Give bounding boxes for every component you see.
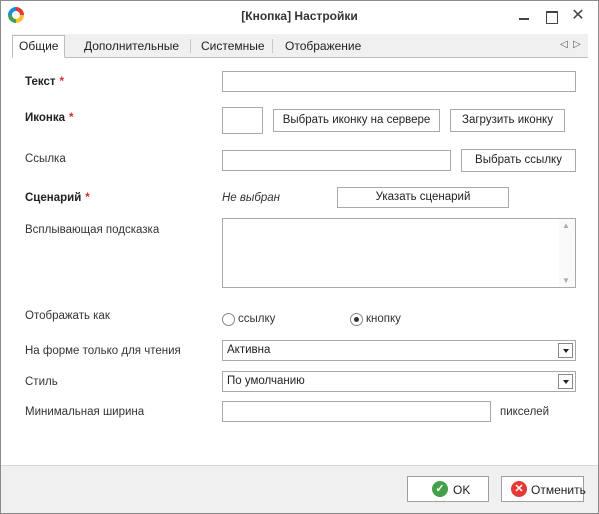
- tab-scroll-right-icon[interactable]: ▷: [573, 39, 581, 50]
- title-bar: [Кнопка] Настройки ✕: [1, 1, 598, 32]
- min-width-unit: пикселей: [500, 406, 550, 418]
- settings-dialog: [Кнопка] Настройки ✕ Общие Дополнительны…: [0, 0, 599, 514]
- close-icon[interactable]: ✕: [569, 7, 587, 25]
- scenario-status: Не выбран: [222, 192, 280, 204]
- choose-link-button[interactable]: Выбрать ссылку: [461, 149, 576, 172]
- tab-separator: [272, 39, 273, 53]
- required-mark: *: [69, 112, 74, 124]
- radio-button-label: кнопку: [366, 313, 401, 325]
- maximize-icon[interactable]: [542, 7, 560, 25]
- select-value: Активна: [227, 344, 271, 356]
- scroll-down-icon[interactable]: ▼: [562, 276, 570, 285]
- readonly-form-select[interactable]: Активна: [222, 340, 576, 361]
- radio-button[interactable]: [350, 313, 363, 326]
- link-input[interactable]: [222, 150, 451, 171]
- radio-link-label: ссылку: [238, 313, 276, 325]
- icon-label: Иконка *: [25, 112, 74, 124]
- specify-scenario-button[interactable]: Указать сценарий: [337, 187, 509, 208]
- text-input[interactable]: [222, 71, 576, 92]
- chevron-down-icon[interactable]: [558, 343, 573, 358]
- tab-system[interactable]: Системные: [195, 36, 271, 57]
- tab-separator: [190, 39, 191, 53]
- min-width-input[interactable]: [222, 401, 491, 422]
- cancel-button-label: Отменить: [531, 483, 586, 497]
- choose-icon-on-server-button[interactable]: Выбрать иконку на сервере: [273, 109, 440, 132]
- link-label: Ссылка: [25, 153, 66, 165]
- tooltip-label: Всплывающая подсказка: [25, 224, 160, 236]
- scenario-label: Сценарий *: [25, 192, 90, 204]
- tab-display[interactable]: Отображение: [279, 36, 367, 57]
- icon-preview: [222, 107, 263, 134]
- style-label: Стиль: [25, 376, 58, 388]
- close-circle-icon: ✕: [511, 481, 527, 497]
- tab-strip: Общие Дополнительные Системные Отображен…: [12, 34, 588, 58]
- tab-general[interactable]: Общие: [12, 35, 66, 58]
- tooltip-textarea[interactable]: ▲ ▼: [222, 218, 576, 288]
- display-as-label: Отображать как: [25, 310, 110, 322]
- chevron-down-icon[interactable]: [558, 374, 573, 389]
- scroll-up-icon[interactable]: ▲: [562, 221, 570, 230]
- style-select[interactable]: По умолчанию: [222, 371, 576, 392]
- window-title: [Кнопка] Настройки: [241, 9, 358, 23]
- required-mark: *: [59, 76, 64, 88]
- upload-icon-button[interactable]: Загрузить иконку: [450, 109, 565, 132]
- readonly-form-label: На форме только для чтения: [25, 345, 181, 357]
- tab-scroll-left-icon[interactable]: ◁: [560, 39, 568, 50]
- tab-additional[interactable]: Дополнительные: [78, 36, 185, 57]
- textarea-scrollbar[interactable]: ▲ ▼: [559, 219, 575, 287]
- min-width-label: Минимальная ширина: [25, 406, 145, 418]
- text-label: Текст *: [25, 76, 64, 88]
- required-mark: *: [85, 192, 90, 204]
- ok-button-label: OK: [453, 483, 471, 497]
- select-value: По умолчанию: [227, 375, 305, 387]
- dialog-footer: ✓ OK ✕ Отменить: [1, 465, 598, 513]
- minimize-icon[interactable]: [515, 7, 533, 25]
- cancel-button[interactable]: ✕ Отменить: [501, 476, 586, 502]
- ok-button[interactable]: ✓ OK: [407, 476, 489, 502]
- check-circle-icon: ✓: [432, 481, 448, 497]
- radio-link[interactable]: [222, 313, 235, 326]
